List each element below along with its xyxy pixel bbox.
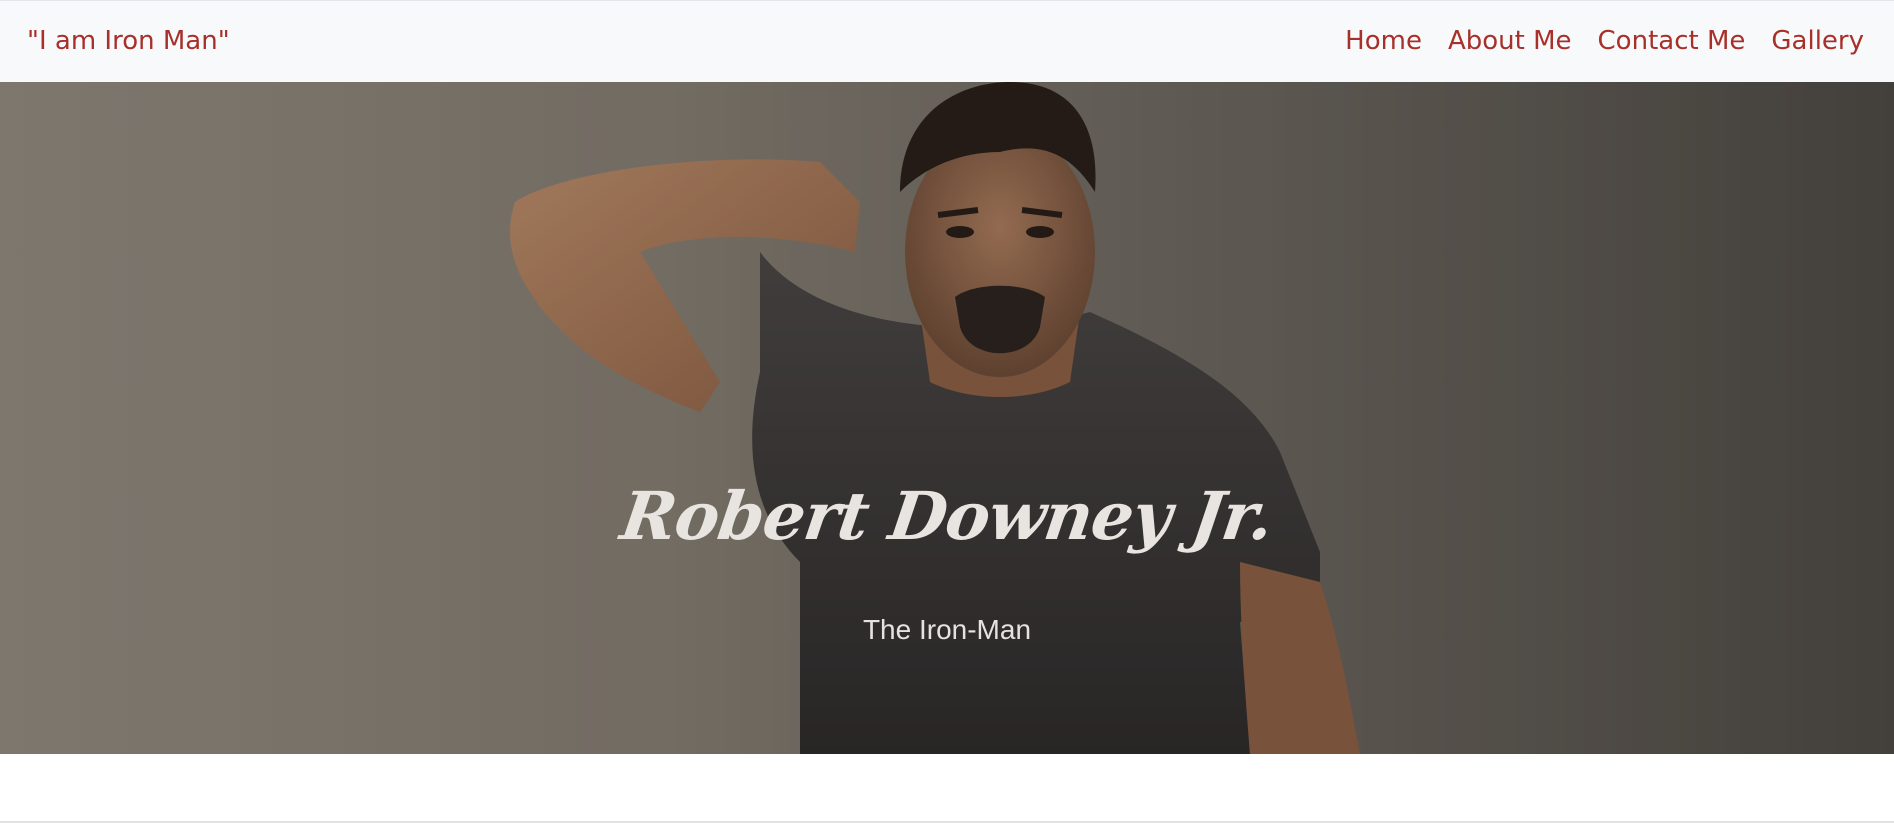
navbar: "I am Iron Man" Home About Me Contact Me… [0, 0, 1894, 82]
hero-overlay [0, 82, 1894, 754]
hero-title: Robert Downey Jr. [616, 477, 1278, 555]
nav-links: Home About Me Contact Me Gallery [1345, 26, 1864, 56]
nav-link-gallery[interactable]: Gallery [1771, 26, 1864, 56]
hero-section: Robert Downey Jr. The Iron-Man [0, 82, 1894, 754]
nav-link-contact-me[interactable]: Contact Me [1598, 26, 1746, 56]
brand-link[interactable]: "I am Iron Man" [27, 26, 230, 56]
nav-link-home[interactable]: Home [1345, 26, 1422, 56]
hero-subtitle: The Iron-Man [862, 614, 1032, 645]
nav-link-about-me[interactable]: About Me [1448, 26, 1572, 56]
